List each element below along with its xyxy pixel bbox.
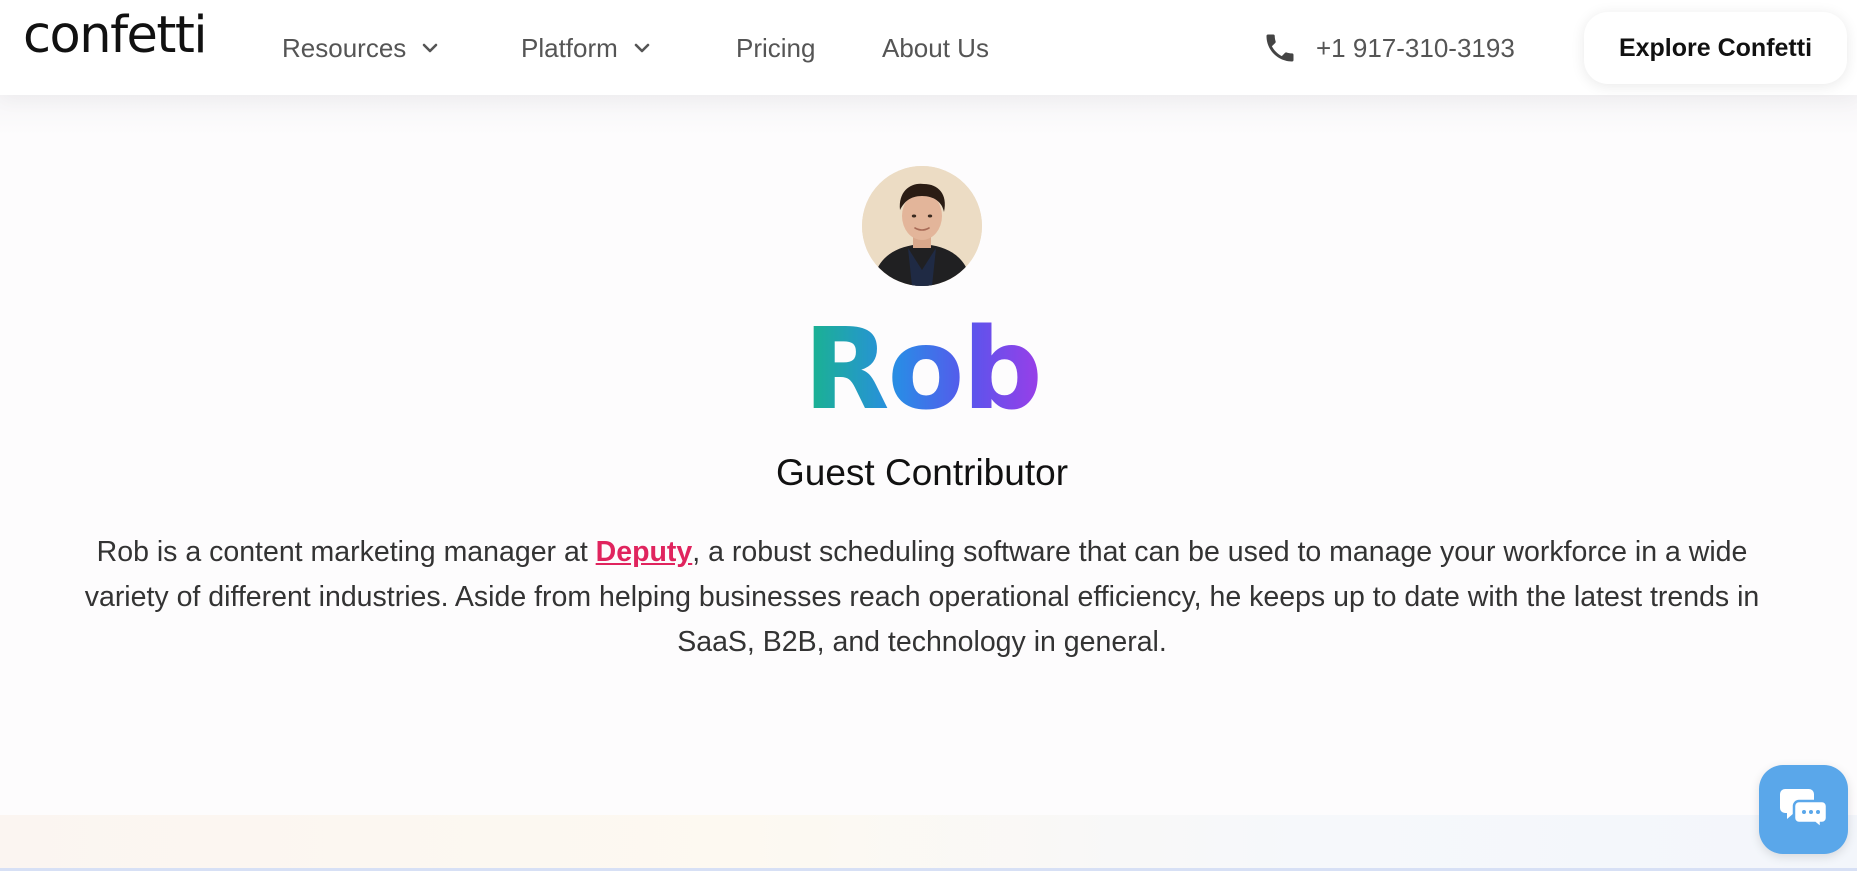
chevron-down-icon [632, 38, 652, 58]
nav-about-us[interactable]: About Us [882, 30, 989, 66]
nav-platform[interactable]: Platform [521, 30, 652, 66]
author-role: Guest Contributor [775, 452, 1069, 493]
nav-pricing[interactable]: Pricing [736, 30, 815, 66]
nav-pricing-label: Pricing [736, 32, 816, 63]
phone-icon [1262, 30, 1298, 66]
author-bio: Rob is a content marketing manager at De… [80, 530, 1764, 665]
author-name: Rob [0, 310, 1844, 430]
nav-platform-label: Platform [521, 32, 618, 63]
explore-confetti-button[interactable]: Explore Confetti [1584, 12, 1847, 84]
author-bio-intro: Rob is a content marketing manager at [96, 536, 596, 568]
chat-widget-button[interactable] [1759, 765, 1848, 854]
phone-link[interactable]: +1 917-310-3193 [1262, 28, 1515, 68]
author-name-text: Rob [803, 305, 1042, 435]
deputy-link[interactable]: Deputy [596, 536, 693, 568]
author-avatar [862, 166, 982, 286]
site-header: confetti Resources Platform Pricing Abou… [0, 0, 1857, 95]
chevron-down-icon [420, 38, 440, 58]
chat-bubbles-icon [1779, 785, 1829, 834]
next-section-band [0, 815, 1857, 871]
nav-about-us-label: About Us [882, 32, 989, 63]
header-shadow-band [0, 95, 1857, 135]
confetti-logo[interactable]: confetti [23, 10, 208, 61]
nav-resources[interactable]: Resources [282, 30, 440, 66]
nav-resources-label: Resources [282, 32, 407, 63]
phone-number: +1 917-310-3193 [1316, 32, 1515, 63]
